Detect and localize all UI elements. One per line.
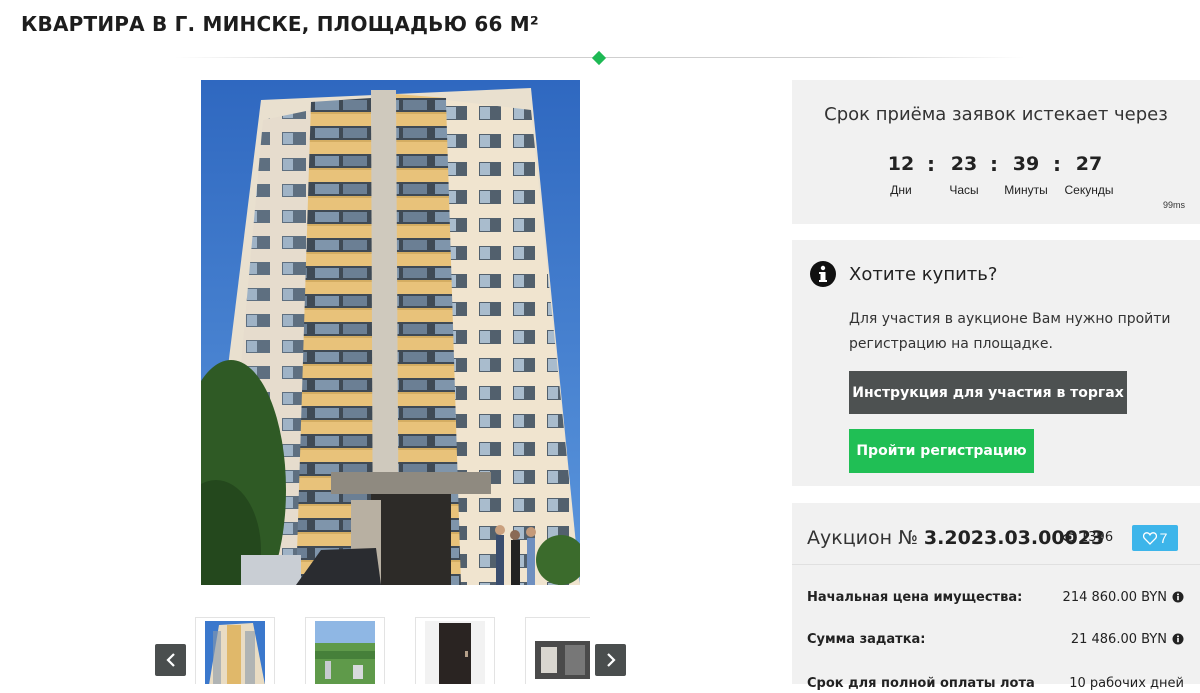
auction-row-deposit: Сумма задатка: 21 486.00 BYN xyxy=(807,629,1184,649)
minutes-value: 39 xyxy=(1012,153,1040,175)
info-icon xyxy=(810,261,836,287)
auction-row-start-price: Начальная цена имущества: 214 860.00 BYN xyxy=(807,587,1184,607)
auction-title: Аукцион № 3.2023.03.00023 xyxy=(807,527,1104,549)
views-counter: 1396 xyxy=(1062,530,1113,545)
info-icon[interactable] xyxy=(1172,591,1184,603)
thumb-entrance-door[interactable] xyxy=(415,617,495,684)
interior-thumbnail-icon xyxy=(535,621,590,684)
buy-panel: Хотите купить? Для участия в аукционе Ва… xyxy=(792,240,1200,486)
heart-icon xyxy=(1142,531,1157,545)
divider-diamond-icon xyxy=(591,50,607,66)
auction-prefix: Аукцион № xyxy=(807,527,918,549)
countdown-days: 12 Дни xyxy=(871,153,931,197)
like-button[interactable]: 7 xyxy=(1132,525,1178,551)
row-value: 21 486.00 BYN xyxy=(1071,632,1184,647)
start-price-value: 214 860.00 BYN xyxy=(1062,589,1167,605)
auction-divider xyxy=(792,564,1200,565)
seconds-label: Секунды xyxy=(1064,183,1114,197)
gallery-prev-button[interactable] xyxy=(155,644,186,676)
building-thumbnail-icon xyxy=(205,621,265,684)
thumb-building-exterior[interactable] xyxy=(195,617,275,684)
seconds-value: 27 xyxy=(1075,153,1103,175)
thumb-interior-room[interactable] xyxy=(525,617,590,684)
chevron-right-icon xyxy=(606,653,616,667)
payment-term-value: 10 рабочих дней xyxy=(1069,675,1184,691)
views-count: 1396 xyxy=(1080,530,1114,545)
landscape-thumbnail-icon xyxy=(315,621,375,684)
deposit-value: 21 486.00 BYN xyxy=(1070,631,1167,647)
info-icon[interactable] xyxy=(1172,633,1184,645)
row-value: 214 860.00 BYN xyxy=(1063,590,1184,605)
likes-count: 7 xyxy=(1159,530,1168,546)
register-button[interactable]: Пройти регистрацию xyxy=(849,429,1034,473)
page-title: КВАРТИРА В Г. МИНСКЕ, ПЛОЩАДЬЮ 66 М² xyxy=(21,12,539,36)
row-label: Срок для полной оплаты лота xyxy=(807,675,1035,691)
countdown-minutes: 39 Минуты xyxy=(996,153,1056,197)
hours-label: Часы xyxy=(949,183,979,197)
eye-icon xyxy=(1062,533,1077,542)
thumb-view-from-window[interactable] xyxy=(305,617,385,684)
building-photo-illustration xyxy=(201,80,580,585)
hours-value: 23 xyxy=(950,153,978,175)
chevron-left-icon xyxy=(165,653,175,667)
auction-panel: Аукцион № 3.2023.03.00023 1396 7 Начальн… xyxy=(792,503,1200,691)
door-thumbnail-icon xyxy=(425,621,485,684)
buy-description: Для участия в аукционе Вам нужно пройти … xyxy=(849,311,1171,352)
countdown-title: Срок приёма заявок истекает через xyxy=(824,104,1168,125)
row-value: 10 рабочих дней xyxy=(1069,676,1184,691)
minutes-label: Минуты xyxy=(1004,183,1048,197)
days-label: Дни xyxy=(890,183,912,197)
countdown-panel: Срок приёма заявок истекает через 12 Дни… xyxy=(792,80,1200,224)
row-label: Сумма задатка: xyxy=(807,631,926,647)
countdown-milliseconds: 99ms xyxy=(1162,200,1185,210)
auction-row-payment-term: Срок для полной оплаты лота 10 рабочих д… xyxy=(807,673,1184,693)
row-label: Начальная цена имущества: xyxy=(807,589,1023,605)
countdown-seconds: 27 Секунды xyxy=(1059,153,1119,197)
countdown-hours: 23 Часы xyxy=(934,153,994,197)
gallery-next-button[interactable] xyxy=(595,644,626,676)
instruction-button[interactable]: Инструкция для участия в торгах xyxy=(849,371,1127,414)
buy-title: Хотите купить? xyxy=(849,264,998,285)
days-value: 12 xyxy=(887,153,915,175)
thumbnail-strip xyxy=(186,617,590,684)
main-photo-building[interactable] xyxy=(201,80,580,585)
